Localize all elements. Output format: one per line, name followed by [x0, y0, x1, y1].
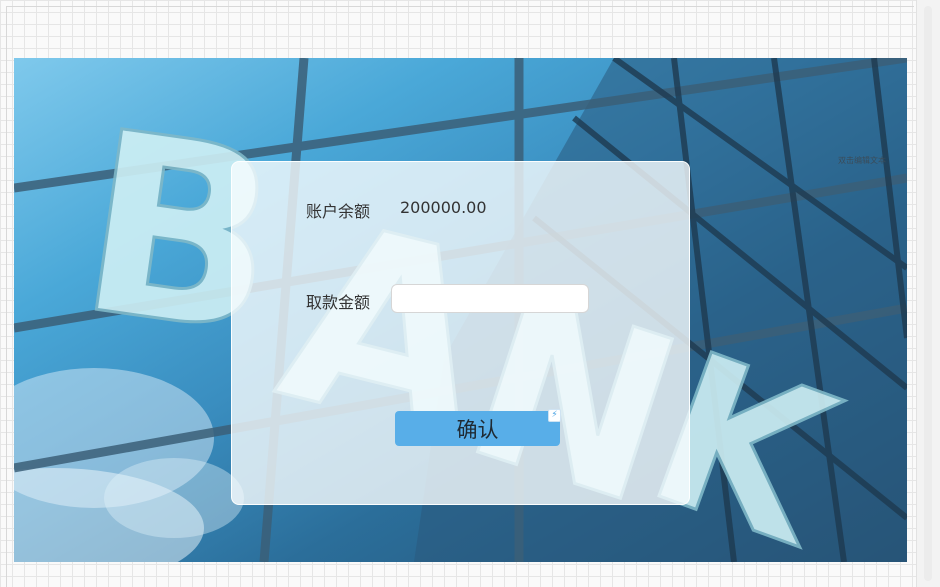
balance-value: 200000.00: [400, 198, 487, 217]
vertical-scrollbar-thumb[interactable]: [924, 6, 932, 581]
withdraw-amount-input[interactable]: [391, 284, 589, 313]
confirm-button[interactable]: 确认: [395, 411, 560, 446]
withdraw-amount-label: 取款金额: [306, 293, 371, 312]
edit-text-hint: 双击编辑文本: [838, 156, 886, 165]
lightning-event-icon[interactable]: ⚡: [548, 409, 561, 422]
balance-label: 账户余额: [306, 202, 371, 221]
canvas-top-border: [6, 6, 914, 7]
canvas-left-border: [6, 6, 7, 587]
